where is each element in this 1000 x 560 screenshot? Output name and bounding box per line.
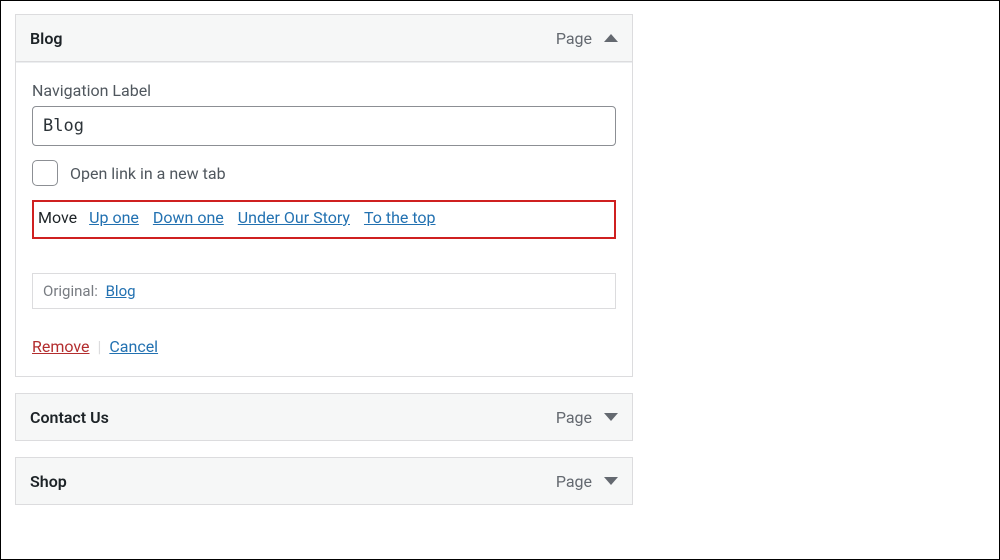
menu-item-title: Blog <box>30 29 62 48</box>
menu-item-blog: Blog Page Navigation Label Open link in … <box>15 14 633 377</box>
menu-item-meta: Page <box>556 408 618 427</box>
menu-item-meta: Page <box>556 472 618 491</box>
move-up-link[interactable]: Up one <box>89 208 139 227</box>
move-under-link[interactable]: Under Our Story <box>238 208 350 227</box>
menu-item-title: Shop <box>30 472 67 491</box>
menu-item-contact-us: Contact Us Page <box>15 393 633 441</box>
original-prefix: Original: <box>43 282 98 300</box>
nav-label-input[interactable] <box>32 106 616 146</box>
item-actions: Remove | Cancel <box>32 337 616 356</box>
menu-item-body: Navigation Label Open link in a new tab … <box>15 62 633 377</box>
original-link[interactable]: Blog <box>106 282 136 300</box>
menu-item-header-shop[interactable]: Shop Page <box>15 457 633 505</box>
new-tab-row[interactable]: Open link in a new tab <box>32 160 616 186</box>
menu-item-type: Page <box>556 29 592 48</box>
move-row: Move Up one Down one Under Our Story To … <box>32 200 616 239</box>
original-box: Original: Blog <box>32 273 616 309</box>
new-tab-checkbox[interactable] <box>32 160 58 186</box>
remove-link[interactable]: Remove <box>32 337 90 356</box>
new-tab-label: Open link in a new tab <box>70 164 226 183</box>
cancel-link[interactable]: Cancel <box>109 337 158 356</box>
menu-item-header-blog[interactable]: Blog Page <box>15 14 633 62</box>
move-top-link[interactable]: To the top <box>364 208 436 227</box>
nav-label-label: Navigation Label <box>32 81 616 100</box>
menu-item-meta: Page <box>556 29 618 48</box>
menu-item-title: Contact Us <box>30 408 109 427</box>
move-prefix: Move <box>38 208 77 227</box>
expand-icon <box>604 477 618 485</box>
menu-item-shop: Shop Page <box>15 457 633 505</box>
menu-item-type: Page <box>556 472 592 491</box>
move-down-link[interactable]: Down one <box>153 208 224 227</box>
expand-icon <box>604 413 618 421</box>
menu-item-header-contact-us[interactable]: Contact Us Page <box>15 393 633 441</box>
collapse-icon <box>604 34 618 42</box>
menu-item-type: Page <box>556 408 592 427</box>
